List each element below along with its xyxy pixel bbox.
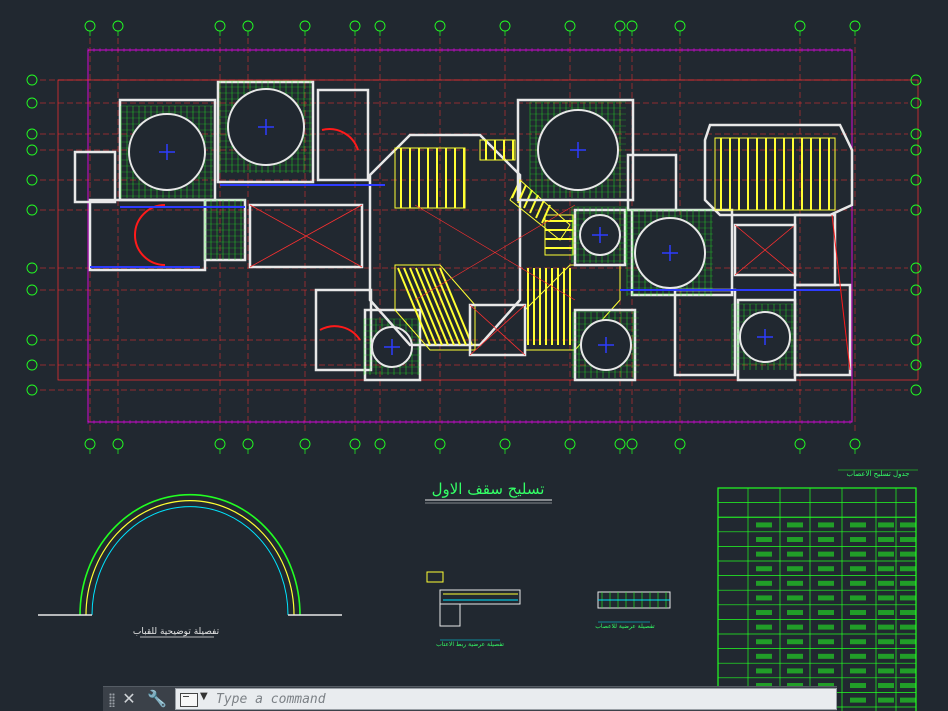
command-line-bar: ✕ 🔧 ▼ — [103, 686, 837, 711]
drawing-canvas[interactable]: تسليح سقف الاول تفصيلة توضيحية للقباب تف… — [0, 0, 948, 711]
plan-title: تسليح سقف الاول — [432, 480, 545, 498]
table-header: جدول تسليح الاعصاب — [847, 470, 910, 478]
command-input[interactable] — [216, 691, 816, 707]
grid-lines — [26, 20, 922, 454]
rebar-schedule-table — [717, 469, 918, 711]
command-prompt-icon[interactable]: ▼ — [180, 691, 210, 707]
command-field[interactable]: ▼ — [175, 688, 837, 710]
section-label-2: تفصيلة عرضية للاعصاب — [595, 623, 655, 630]
section-label-1: تفصيلة عرضية ربط الاعتاب — [436, 641, 504, 648]
details — [38, 493, 671, 641]
autocad-workspace: { "app": {"name": "CAD drawing canvas"},… — [0, 0, 948, 711]
floor-plan — [73, 80, 854, 382]
drag-grip-icon[interactable] — [109, 693, 115, 707]
arch-detail-label: تفصيلة توضيحية للقباب — [133, 627, 220, 637]
close-icon[interactable]: ✕ — [119, 689, 139, 709]
wrench-icon[interactable]: 🔧 — [147, 689, 167, 709]
